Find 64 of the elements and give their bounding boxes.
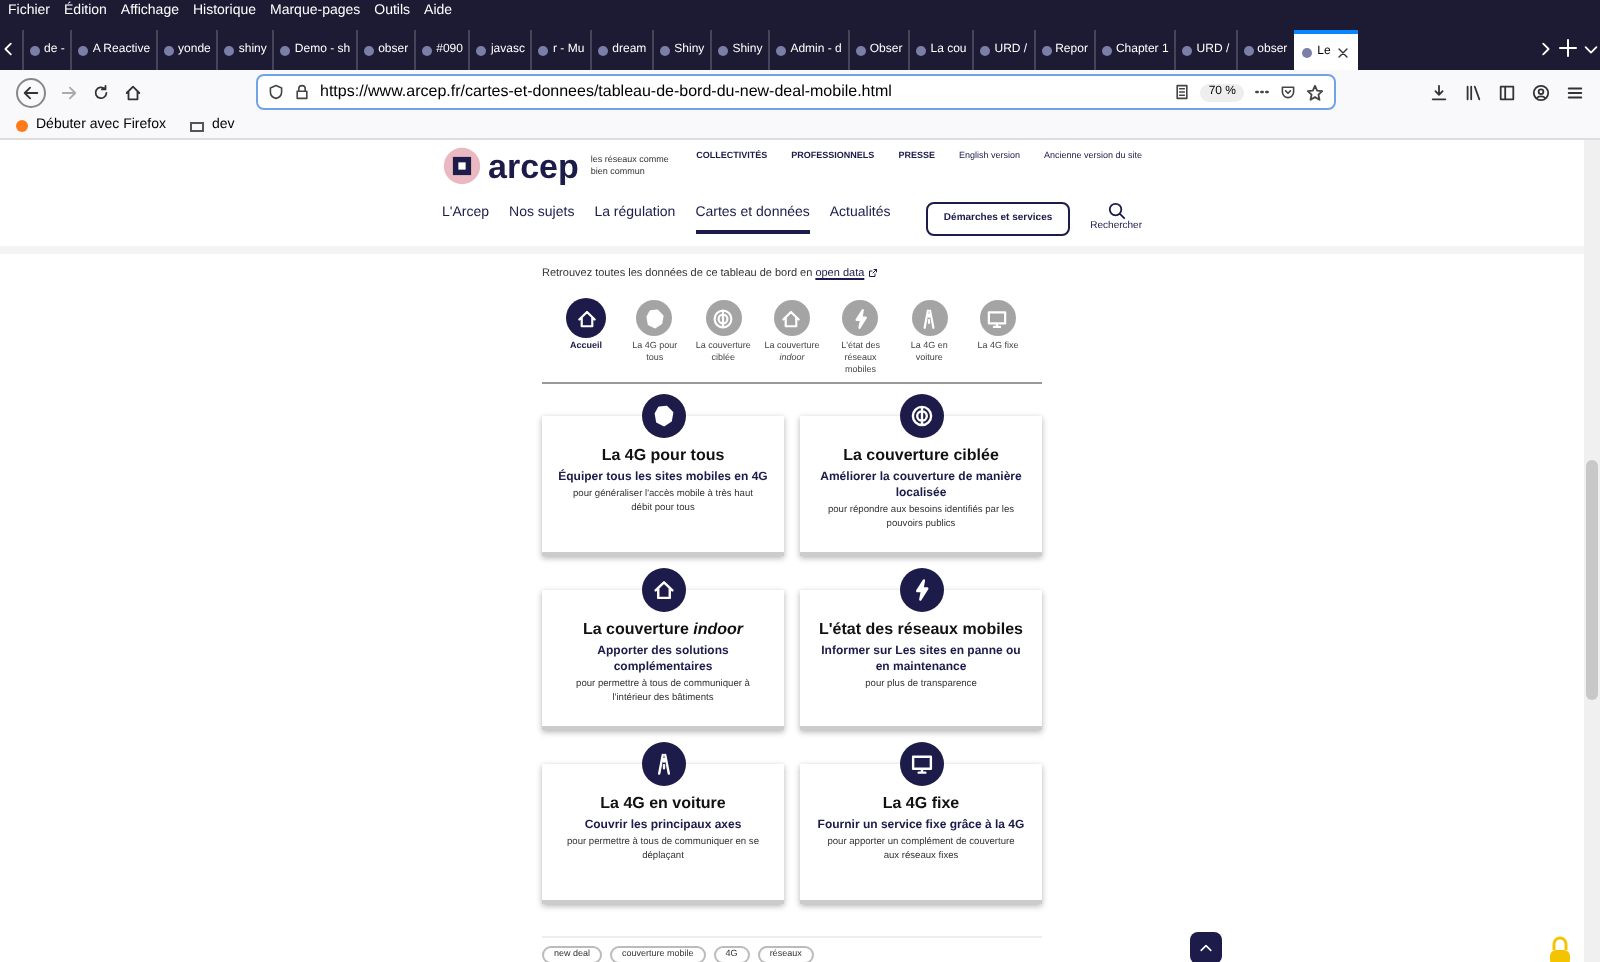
favicon-icon (916, 45, 927, 55)
card-title: La couverture ciblée (841, 444, 1001, 469)
favicon-icon (280, 45, 291, 55)
account-icon[interactable] (1532, 83, 1550, 101)
card-icon (651, 404, 675, 429)
firefox-icon (16, 120, 28, 132)
favicon-icon (776, 45, 787, 55)
section-icon (575, 307, 597, 330)
favicon-icon (660, 45, 671, 55)
card-title: La couverture indoor (580, 618, 746, 643)
chevron-up-icon (1198, 940, 1214, 956)
favicon-icon (980, 45, 991, 55)
favicon-icon (598, 45, 609, 55)
section-icon (780, 307, 803, 330)
shield-icon[interactable] (268, 84, 284, 100)
external-link-icon (868, 268, 879, 279)
favicon-icon (718, 45, 729, 55)
card-icon (651, 578, 675, 603)
favicon-icon (78, 45, 89, 55)
back-button[interactable] (16, 77, 46, 107)
card-title: L'état des réseaux mobiles (817, 618, 1025, 643)
reader-icon[interactable] (1174, 84, 1191, 100)
card-title: La 4G fixe (880, 792, 962, 817)
favicon-icon (1301, 47, 1312, 57)
new-tab-icon[interactable] (1558, 38, 1578, 58)
arcep-logo-icon (442, 146, 482, 186)
section-button[interactable] (568, 300, 604, 337)
logo-text[interactable]: arcep (488, 149, 579, 183)
section-icon (712, 307, 735, 330)
favicon-icon (422, 45, 433, 55)
reload-icon[interactable] (92, 83, 110, 101)
library-icon[interactable] (1464, 83, 1482, 101)
favicon-icon (1182, 45, 1193, 55)
favicon-icon (855, 45, 866, 55)
download-icon[interactable] (1430, 83, 1448, 101)
search-icon (1107, 202, 1126, 221)
favicon-icon (476, 45, 487, 55)
scrollbar[interactable] (1584, 140, 1600, 962)
url-text: https://www.arcep.fr/cartes-et-donnees/tableau-de-bord-du-new-deal-mobile.html (320, 80, 894, 104)
star-icon[interactable] (1306, 83, 1324, 101)
folder-icon (189, 121, 204, 131)
section-icon (986, 307, 1009, 330)
lock-icon[interactable] (294, 84, 310, 100)
favicon-icon (224, 45, 235, 55)
card-icon (909, 404, 933, 429)
sidebar-icon[interactable] (1498, 83, 1516, 101)
card-icon (909, 752, 933, 777)
favicon-icon (164, 45, 175, 55)
favicon-icon (30, 45, 40, 55)
back-icon (22, 83, 40, 101)
scroll-left-icon[interactable] (0, 39, 18, 57)
favicon-icon (364, 45, 375, 55)
favicon-icon (1101, 45, 1112, 55)
favicon-icon (538, 45, 549, 55)
card-title: La 4G en voiture (598, 792, 728, 817)
favicon-icon (1243, 45, 1254, 55)
section-icon (643, 307, 666, 330)
home-icon[interactable] (124, 83, 142, 101)
favicon-icon (1041, 45, 1052, 55)
back-to-top-button[interactable] (1190, 932, 1222, 962)
menu-icon[interactable] (1566, 83, 1584, 101)
pocket-icon[interactable] (1280, 84, 1296, 100)
scroll-right-icon[interactable] (1536, 39, 1554, 57)
card-title: La 4G pour tous (599, 444, 727, 469)
